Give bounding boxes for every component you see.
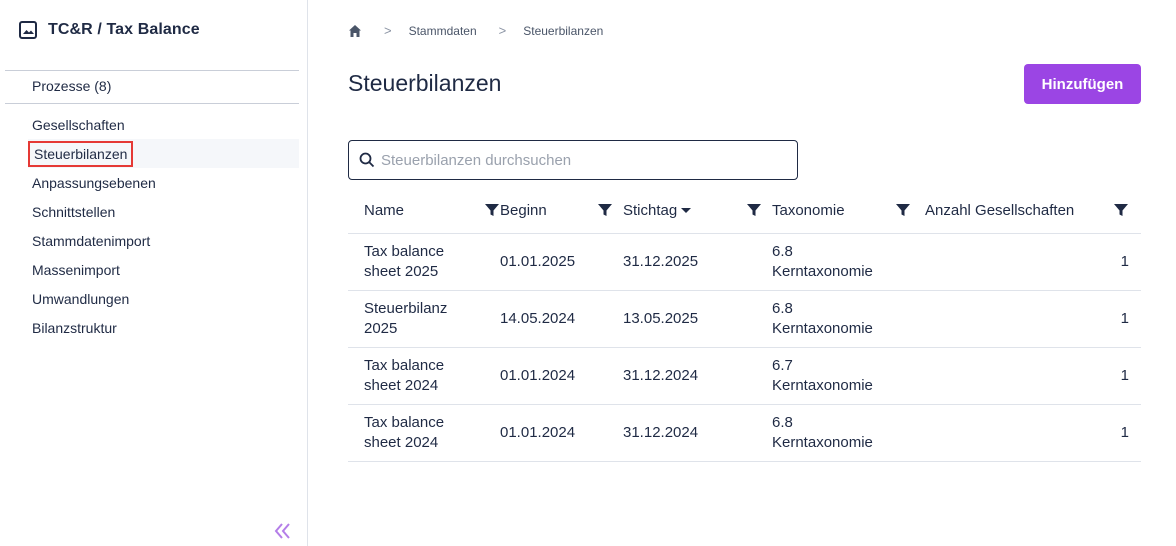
cell-stichtag: 31.12.2025 bbox=[623, 233, 772, 291]
cell-name: sheet 2025 bbox=[364, 262, 439, 280]
cell-taxonomie: 6.8 bbox=[772, 242, 793, 260]
sidebar-item-label: Stammdatenimport bbox=[32, 232, 151, 249]
sidebar-item-gesellschaften[interactable]: Gesellschaften bbox=[0, 110, 308, 139]
search-input[interactable] bbox=[381, 151, 781, 169]
breadcrumb: > Stammdaten > Steuerbilanzen bbox=[348, 23, 603, 38]
cell-taxonomie: 6.7 bbox=[772, 356, 793, 374]
image-icon bbox=[18, 20, 38, 40]
cell-name: sheet 2024 bbox=[364, 433, 439, 451]
cell-stichtag: 31.12.2024 bbox=[623, 347, 772, 405]
breadcrumb-item-stammdaten[interactable]: Stammdaten bbox=[409, 24, 477, 38]
home-icon[interactable] bbox=[348, 24, 362, 38]
cell-name: Tax balance bbox=[364, 413, 445, 431]
sidebar-item-label: Schnittstellen bbox=[32, 203, 116, 220]
column-header-stichtag[interactable]: Stichtag bbox=[623, 202, 677, 219]
cell-taxonomie: Kerntaxonomie bbox=[772, 433, 873, 451]
filter-icon[interactable] bbox=[484, 202, 500, 218]
table-header-row: Name Beginn Stichtag Taxonomie Anzahl Ge… bbox=[348, 188, 1141, 234]
page-title: Steuerbilanzen bbox=[348, 70, 502, 96]
divider bbox=[5, 103, 299, 104]
cell-taxonomie: Kerntaxonomie bbox=[772, 262, 873, 280]
cell-taxonomie: Kerntaxonomie bbox=[772, 319, 873, 337]
sidebar-item-processes[interactable]: Prozesse (8) bbox=[32, 78, 111, 94]
cell-stichtag: 31.12.2024 bbox=[623, 404, 772, 462]
table-row[interactable]: Tax balance sheet 2025 01.01.2025 31.12.2… bbox=[348, 233, 1141, 291]
cell-beginn: 01.01.2024 bbox=[500, 347, 623, 405]
column-header-beginn[interactable]: Beginn bbox=[500, 202, 547, 219]
filter-icon[interactable] bbox=[1113, 202, 1129, 218]
sidebar-item-label: Anpassungsebenen bbox=[32, 174, 156, 191]
sidebar-item-bilanzstruktur[interactable]: Bilanzstruktur bbox=[0, 313, 308, 342]
cell-beginn: 01.01.2025 bbox=[500, 233, 623, 291]
sidebar-item-label: Massenimport bbox=[32, 261, 120, 278]
cell-beginn: 01.01.2024 bbox=[500, 404, 623, 462]
breadcrumb-separator: > bbox=[384, 23, 392, 38]
column-header-taxonomie[interactable]: Taxonomie bbox=[772, 202, 845, 219]
cell-name: Tax balance bbox=[364, 242, 445, 260]
search-icon bbox=[359, 152, 375, 168]
cell-name: sheet 2024 bbox=[364, 376, 439, 394]
double-chevron-left-icon[interactable] bbox=[272, 520, 294, 542]
cell-anzahl: 1 bbox=[925, 404, 1141, 462]
main-content: > Stammdaten > Steuerbilanzen Steuerbila… bbox=[308, 0, 1176, 546]
cell-name: Steuerbilanz bbox=[364, 299, 448, 317]
search-box bbox=[348, 140, 798, 180]
app-title-label: TC&R / Tax Balance bbox=[48, 21, 200, 38]
sidebar-item-label: Bilanzstruktur bbox=[32, 319, 117, 336]
sidebar-nav: Gesellschaften Steuerbilanzen Anpassungs… bbox=[0, 110, 308, 342]
sidebar-item-steuerbilanzen[interactable]: Steuerbilanzen bbox=[27, 139, 299, 168]
breadcrumb-separator: > bbox=[498, 23, 507, 38]
breadcrumb-item-steuerbilanzen: Steuerbilanzen bbox=[523, 23, 604, 38]
cell-taxonomie: 6.8 bbox=[772, 413, 793, 431]
column-header-name[interactable]: Name bbox=[364, 202, 404, 219]
sidebar-item-massenimport[interactable]: Massenimport bbox=[0, 255, 308, 284]
sidebar-item-anpassungsebenen[interactable]: Anpassungsebenen bbox=[0, 168, 308, 197]
filter-icon[interactable] bbox=[597, 202, 613, 218]
sidebar-item-label: Umwandlungen bbox=[32, 290, 130, 307]
sidebar-item-label: Steuerbilanzen bbox=[27, 140, 134, 167]
cell-name: Tax balance bbox=[364, 356, 445, 374]
cell-anzahl: 1 bbox=[925, 347, 1141, 405]
divider bbox=[5, 70, 299, 71]
data-table: Name Beginn Stichtag Taxonomie Anzahl Ge… bbox=[348, 188, 1141, 462]
filter-icon[interactable] bbox=[746, 202, 762, 218]
sort-desc-icon[interactable] bbox=[681, 208, 692, 214]
table-row[interactable]: Tax balance sheet 2024 01.01.2024 31.12.2… bbox=[348, 347, 1141, 405]
cell-stichtag: 13.05.2025 bbox=[623, 290, 772, 348]
column-header-anzahl[interactable]: Anzahl Gesellschaften bbox=[925, 202, 1074, 219]
sidebar-item-stammdatenimport[interactable]: Stammdatenimport bbox=[0, 226, 308, 255]
cell-beginn: 14.05.2024 bbox=[500, 290, 623, 348]
cell-anzahl: 1 bbox=[925, 290, 1141, 348]
cell-taxonomie: Kerntaxonomie bbox=[772, 376, 873, 394]
cell-name: 2025 bbox=[364, 319, 398, 337]
filter-icon[interactable] bbox=[895, 202, 911, 218]
cell-taxonomie: 6.8 bbox=[772, 299, 793, 317]
sidebar-item-label: Gesellschaften bbox=[32, 116, 125, 133]
add-button[interactable]: Hinzufügen bbox=[1024, 64, 1141, 104]
cell-anzahl: 1 bbox=[925, 233, 1141, 291]
sidebar: TC&R / Tax Balance Prozesse (8) Gesellsc… bbox=[0, 0, 308, 546]
table-row[interactable]: Steuerbilanz 2025 14.05.2024 13.05.2025 6… bbox=[348, 290, 1141, 348]
sidebar-item-umwandlungen[interactable]: Umwandlungen bbox=[0, 284, 308, 313]
table-row[interactable]: Tax balance sheet 2024 01.01.2024 31.12.2… bbox=[348, 404, 1141, 462]
app-title: TC&R / Tax Balance bbox=[18, 20, 200, 40]
sidebar-item-schnittstellen[interactable]: Schnittstellen bbox=[0, 197, 308, 226]
